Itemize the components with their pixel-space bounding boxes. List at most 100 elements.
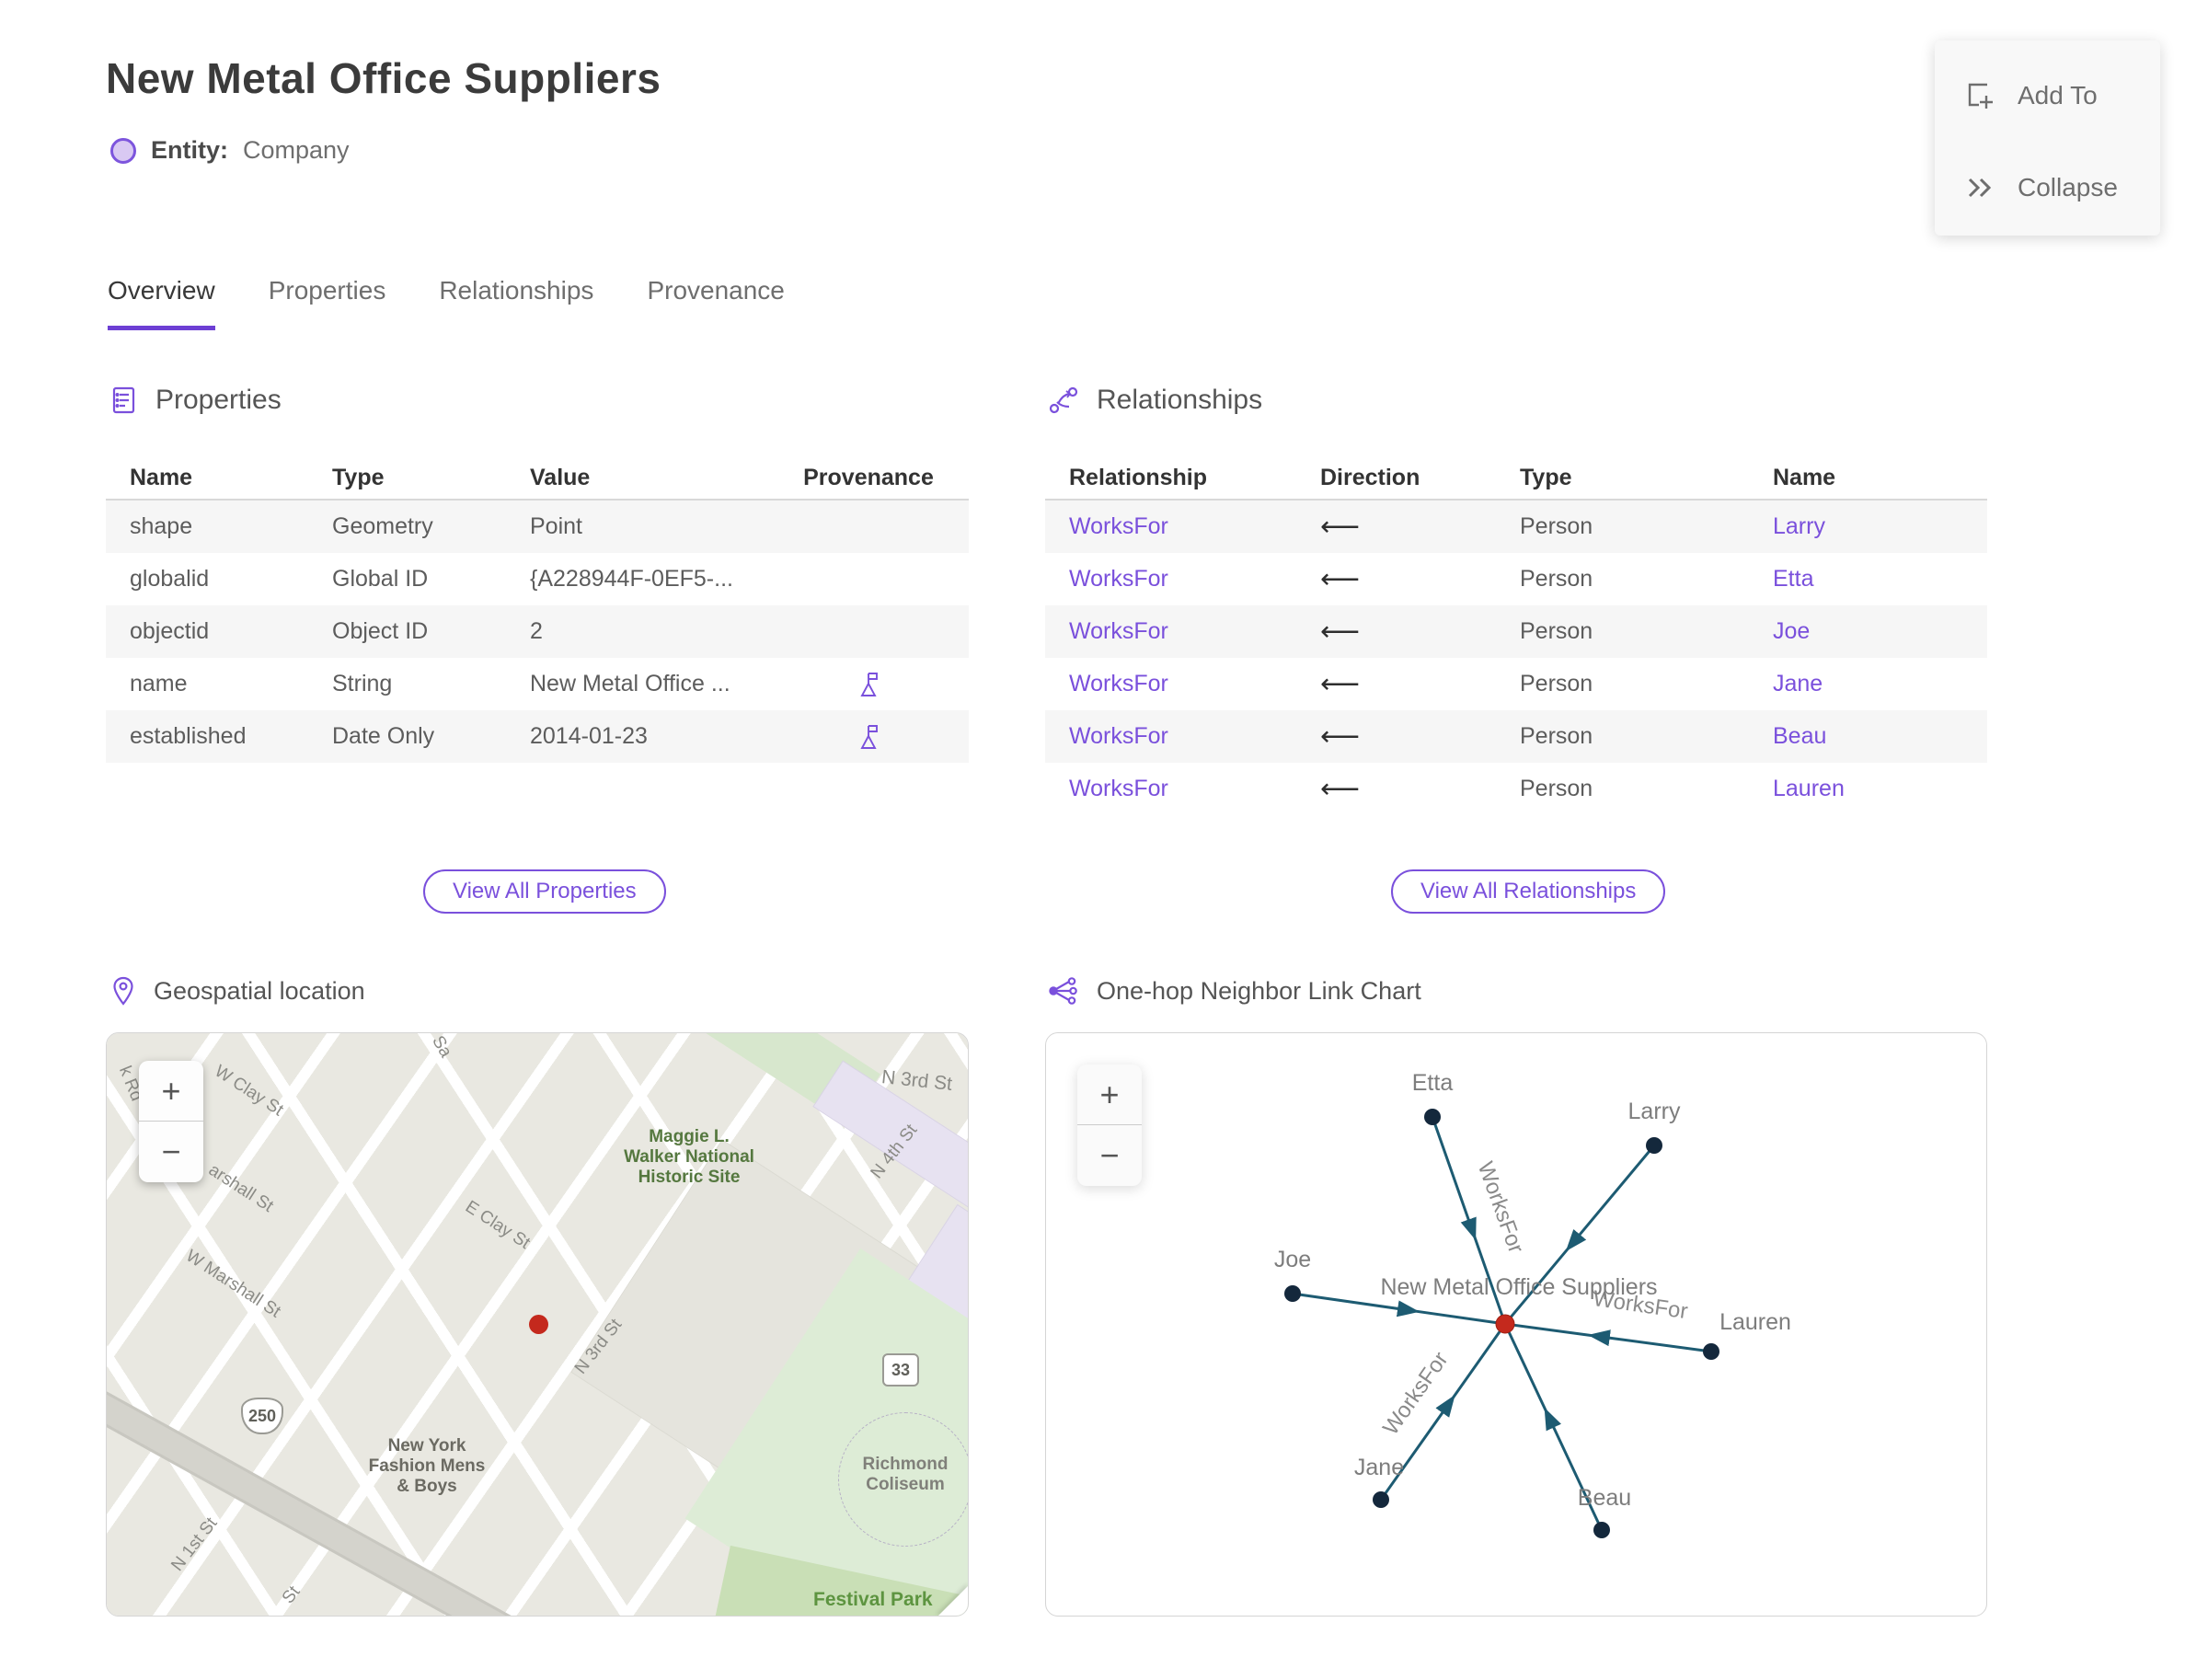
place-label-maggie-walker: Maggie L. Walker National Historic Site — [624, 1127, 754, 1187]
property-value: Point — [530, 513, 582, 539]
node-center-entity[interactable] — [1495, 1314, 1515, 1334]
relationship-type: Person — [1520, 566, 1593, 592]
direction-arrow: ⟵ — [1320, 669, 1361, 699]
direction-arrow: ⟵ — [1320, 616, 1361, 647]
property-value: 2 — [530, 618, 543, 644]
relationship-link[interactable]: WorksFor — [1045, 618, 1296, 645]
property-type: Geometry — [332, 513, 433, 539]
relationship-type: Person — [1520, 618, 1593, 644]
edge-lauren-worksfor[interactable] — [1504, 1322, 1712, 1353]
view-all-relationships-button[interactable]: View All Relationships — [1391, 869, 1666, 914]
col-relationship: Relationship — [1069, 464, 1208, 490]
add-to-button[interactable]: Add To — [1964, 72, 2160, 120]
chart-zoom-out-button[interactable]: − — [1077, 1125, 1142, 1186]
node-label-jane: Jane — [1354, 1455, 1404, 1480]
entity-type-value: Company — [243, 136, 350, 164]
node-larry[interactable] — [1646, 1137, 1662, 1154]
relationships-icon — [1049, 386, 1078, 414]
property-value: New Metal Office ... — [530, 671, 730, 696]
property-name: established — [130, 723, 247, 749]
geospatial-section-title: Geospatial location — [154, 976, 365, 1005]
provenance-flag-icon[interactable] — [854, 721, 883, 753]
chevrons-right-icon — [1968, 178, 1992, 198]
view-all-properties-button[interactable]: View All Properties — [423, 869, 666, 914]
collapse-button[interactable]: Collapse — [1964, 164, 2160, 212]
property-type: Date Only — [332, 723, 435, 749]
col-type: Type — [1520, 464, 1572, 490]
properties-section-header: Properties — [108, 385, 282, 416]
map-zoom-in-button[interactable]: + — [139, 1061, 203, 1122]
direction-arrow: ⟵ — [1320, 564, 1361, 594]
properties-table-header: Name Type Value Provenance — [106, 456, 969, 501]
tab-provenance[interactable]: Provenance — [647, 276, 784, 330]
relationship-row: WorksFor ⟵ Person Larry — [1045, 501, 1987, 553]
map-zoom-out-button[interactable]: − — [139, 1122, 203, 1182]
chart-zoom-in-button[interactable]: + — [1077, 1064, 1142, 1125]
related-entity-link[interactable]: Joe — [1749, 618, 1987, 645]
link-chart-section-header: One-hop Neighbor Link Chart — [1047, 975, 1421, 1007]
node-label-center-entity: New Metal Office Suppliers — [1380, 1274, 1657, 1300]
related-entity-link[interactable]: Lauren — [1749, 776, 1987, 802]
related-entity-link[interactable]: Beau — [1749, 723, 1987, 750]
col-type: Type — [332, 464, 385, 490]
node-label-lauren: Lauren — [1719, 1309, 1791, 1335]
place-label-festival-park: Festival Park — [813, 1589, 933, 1610]
relationship-link[interactable]: WorksFor — [1045, 513, 1296, 540]
relationship-type: Person — [1520, 723, 1593, 749]
node-lauren[interactable] — [1703, 1343, 1719, 1360]
chart-zoom-control: + − — [1077, 1064, 1142, 1186]
place-label-ny-fashion: New York Fashion Mens & Boys — [368, 1436, 486, 1496]
property-type: Global ID — [332, 566, 429, 592]
relationship-row: WorksFor ⟵ Person Jane — [1045, 658, 1987, 710]
properties-table: Name Type Value Provenance shape Geometr… — [106, 456, 969, 763]
edge-label-worksfor: WorksFor — [1378, 1348, 1454, 1440]
route-shield-va33: 33 — [882, 1353, 919, 1387]
direction-arrow: ⟵ — [1320, 774, 1361, 804]
relationships-table-header: Relationship Direction Type Name — [1045, 456, 1987, 501]
floating-action-panel: Add To Collapse — [1935, 40, 2160, 236]
tab-properties[interactable]: Properties — [269, 276, 386, 330]
property-row: shape Geometry Point — [106, 501, 969, 553]
node-jane[interactable] — [1373, 1491, 1389, 1508]
edge-label-worksfor: WorksFor — [1473, 1158, 1529, 1257]
link-chart-section-title: One-hop Neighbor Link Chart — [1097, 976, 1421, 1005]
relationship-type: Person — [1520, 776, 1593, 801]
direction-arrow: ⟵ — [1320, 721, 1361, 752]
tab-overview[interactable]: Overview — [108, 276, 215, 330]
node-beau[interactable] — [1593, 1522, 1610, 1538]
node-label-beau: Beau — [1578, 1485, 1631, 1511]
place-label-richmond-coliseum: Richmond Coliseum — [862, 1455, 949, 1494]
col-name: Name — [1773, 464, 1836, 490]
property-name: objectid — [130, 618, 210, 644]
geospatial-map[interactable]: k Rd W Clay St Sa arshall St W Marshall … — [106, 1032, 969, 1617]
col-provenance: Provenance — [803, 464, 934, 490]
relationship-type: Person — [1520, 671, 1593, 696]
relationship-link[interactable]: WorksFor — [1045, 671, 1296, 697]
col-value: Value — [530, 464, 591, 490]
page-title: New Metal Office Suppliers — [106, 54, 661, 102]
property-row: globalid Global ID {A228944F-0EF5-... — [106, 553, 969, 605]
map-zoom-control: + − — [139, 1061, 203, 1182]
related-entity-link[interactable]: Jane — [1749, 671, 1987, 697]
one-hop-link-chart[interactable]: WorksFor WorksFor WorksFor Etta Larry Jo… — [1045, 1032, 1987, 1617]
relationship-link[interactable]: WorksFor — [1045, 723, 1296, 750]
related-entity-link[interactable]: Etta — [1749, 566, 1987, 593]
relationship-row: WorksFor ⟵ Person Lauren — [1045, 763, 1987, 815]
col-name: Name — [130, 464, 193, 490]
relationship-link[interactable]: WorksFor — [1045, 566, 1296, 593]
tab-bar: Overview Properties Relationships Proven… — [108, 276, 785, 330]
property-row: established Date Only 2014-01-23 — [106, 710, 969, 763]
relationship-link[interactable]: WorksFor — [1045, 776, 1296, 802]
entity-label: Entity: — [151, 136, 228, 164]
node-joe[interactable] — [1284, 1285, 1301, 1302]
related-entity-link[interactable]: Larry — [1749, 513, 1987, 540]
relationship-row: WorksFor ⟵ Person Beau — [1045, 710, 1987, 763]
node-etta[interactable] — [1424, 1109, 1441, 1125]
entity-location-marker[interactable] — [529, 1315, 548, 1334]
collapse-label: Collapse — [2018, 173, 2118, 201]
col-direction: Direction — [1320, 464, 1420, 490]
map-attribution-toggle-icon[interactable] — [937, 1585, 968, 1616]
provenance-flag-icon[interactable] — [854, 669, 883, 700]
tab-relationships[interactable]: Relationships — [439, 276, 593, 330]
relationships-table: Relationship Direction Type Name WorksFo… — [1045, 456, 1987, 815]
